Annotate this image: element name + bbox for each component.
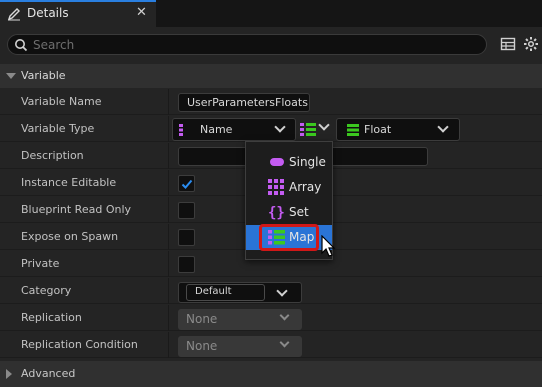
chevron-down-icon (318, 119, 330, 131)
close-icon[interactable]: ✕ (136, 5, 147, 20)
array-grid-icon (268, 179, 284, 195)
variable-name-value: UserParametersFloats (187, 96, 308, 109)
row-label: Category (21, 284, 72, 297)
svg-text:{}: {} (268, 205, 284, 221)
collapsed-arrow-icon (6, 369, 12, 379)
row-label: Private (21, 257, 60, 270)
row-label: Variable Type (21, 122, 95, 135)
row-label: Blueprint Read Only (21, 203, 132, 216)
replication-condition-value: None (186, 339, 218, 353)
menu-item-label: Single (289, 155, 326, 169)
category-value: Default (195, 286, 232, 297)
menu-item-label: Array (289, 180, 322, 194)
chevron-down-icon (437, 121, 449, 133)
private-checkbox[interactable] (178, 256, 195, 273)
column-divider[interactable] (168, 251, 169, 277)
chevron-down-icon (279, 310, 290, 321)
column-divider[interactable] (168, 224, 169, 250)
row-label: Replication Condition (21, 338, 138, 351)
column-divider[interactable] (168, 116, 169, 142)
category-combo[interactable]: Default (178, 282, 302, 303)
menu-item-set[interactable]: {} Set (246, 200, 332, 225)
tab-details[interactable]: Details ✕ (0, 0, 156, 27)
category-input[interactable]: Default (186, 284, 265, 301)
row-variable-name: Variable Name UserParametersFloats (0, 89, 542, 115)
column-divider[interactable] (168, 89, 169, 115)
name-type-icon (179, 124, 183, 136)
blueprint-read-only-checkbox[interactable] (178, 202, 195, 219)
highlight-box (259, 224, 319, 251)
mouse-cursor-icon (321, 235, 336, 257)
column-divider[interactable] (168, 332, 169, 358)
chevron-down-icon[interactable] (276, 285, 288, 297)
chevron-down-icon (274, 121, 286, 133)
expand-arrow-icon (6, 73, 16, 79)
menu-item-array[interactable]: Array (246, 175, 332, 200)
settings-gear-icon[interactable] (523, 36, 539, 52)
tab-title: Details (27, 6, 69, 20)
column-divider[interactable] (168, 305, 169, 331)
map-icon (300, 123, 316, 136)
menu-item-label: Set (289, 205, 309, 219)
row-category: Category Default (0, 278, 542, 304)
float-type-icon (347, 124, 359, 136)
instance-editable-checkbox[interactable] (178, 175, 195, 192)
variable-name-field[interactable]: UserParametersFloats (178, 93, 310, 112)
key-type-dropdown[interactable]: Name (172, 118, 296, 141)
row-label: Instance Editable (21, 176, 117, 189)
menu-item-single[interactable]: Single (246, 150, 332, 175)
section-title: Advanced (21, 367, 76, 380)
value-type-dropdown[interactable]: Float (336, 118, 460, 141)
replication-value: None (186, 312, 218, 326)
column-divider[interactable] (168, 170, 169, 196)
tab-bar: Details ✕ (0, 0, 542, 27)
row-label: Variable Name (21, 95, 102, 108)
single-pill-icon (270, 158, 284, 166)
column-divider[interactable] (168, 197, 169, 223)
replication-dropdown[interactable]: None (178, 309, 302, 330)
row-label: Expose on Spawn (21, 230, 119, 243)
column-divider[interactable] (168, 143, 169, 169)
row-variable-type: Variable Type Name Float (0, 116, 542, 142)
search-bar (7, 34, 487, 55)
set-braces-icon: {} (268, 205, 284, 221)
details-pencil-icon (7, 8, 20, 21)
row-label: Description (21, 149, 84, 162)
search-input[interactable] (33, 36, 473, 53)
advanced-section-header[interactable]: Advanced (0, 361, 542, 387)
row-label: Replication (21, 311, 82, 324)
chevron-down-icon (279, 337, 290, 348)
value-type-label: Float (364, 123, 392, 136)
variable-section-header[interactable]: Variable (0, 64, 542, 88)
table-view-icon[interactable] (500, 36, 516, 52)
replication-condition-dropdown[interactable]: None (178, 336, 302, 357)
search-icon (15, 39, 28, 52)
expose-on-spawn-checkbox[interactable] (178, 229, 195, 246)
checkmark-icon (181, 179, 193, 189)
section-title: Variable (21, 69, 66, 82)
row-replication-condition: Replication Condition None (0, 332, 542, 358)
container-type-button[interactable] (298, 118, 332, 141)
key-type-label: Name (200, 123, 233, 136)
row-replication: Replication None (0, 305, 542, 331)
column-divider[interactable] (168, 278, 169, 304)
